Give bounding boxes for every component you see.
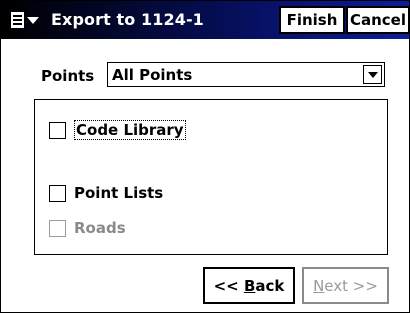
- back-prefix: <<: [213, 276, 244, 295]
- cancel-button[interactable]: Cancel: [346, 6, 410, 34]
- code-library-option[interactable]: Code Library: [49, 120, 186, 140]
- roads-checkbox: [49, 219, 66, 237]
- point-lists-label: Point Lists: [74, 184, 164, 202]
- export-dialog: Export to 1124-1 Finish Cancel Points Al…: [0, 0, 410, 313]
- export-options-group: Code Library Point Lists Roads: [34, 99, 388, 255]
- caret-down-icon: [27, 16, 39, 24]
- back-button[interactable]: << Back: [203, 267, 295, 304]
- finish-button[interactable]: Finish: [279, 6, 345, 34]
- chevron-down-icon: [367, 71, 378, 78]
- roads-label: Roads: [74, 219, 126, 237]
- point-lists-option[interactable]: Point Lists: [49, 184, 163, 202]
- code-library-checkbox[interactable]: [49, 121, 66, 139]
- back-rest: ack: [255, 276, 285, 295]
- points-selected-value: All Points: [112, 66, 193, 84]
- title-bar: Export to 1124-1 Finish Cancel: [1, 1, 410, 39]
- back-hotkey: B: [243, 276, 256, 295]
- window-title: Export to 1124-1: [51, 10, 204, 29]
- points-dropdown[interactable]: All Points: [107, 62, 385, 87]
- point-lists-checkbox[interactable]: [49, 184, 66, 202]
- next-hotkey: N: [313, 276, 325, 295]
- code-library-label: Code Library: [74, 120, 186, 140]
- roads-option: Roads: [49, 219, 126, 237]
- dropdown-arrow-button[interactable]: [363, 65, 382, 84]
- start-menu-button[interactable]: [10, 9, 44, 31]
- next-button: Next >>: [302, 267, 389, 304]
- windows-start-icon: [10, 11, 25, 29]
- next-rest: ext >>: [324, 276, 378, 295]
- points-label: Points: [41, 67, 95, 85]
